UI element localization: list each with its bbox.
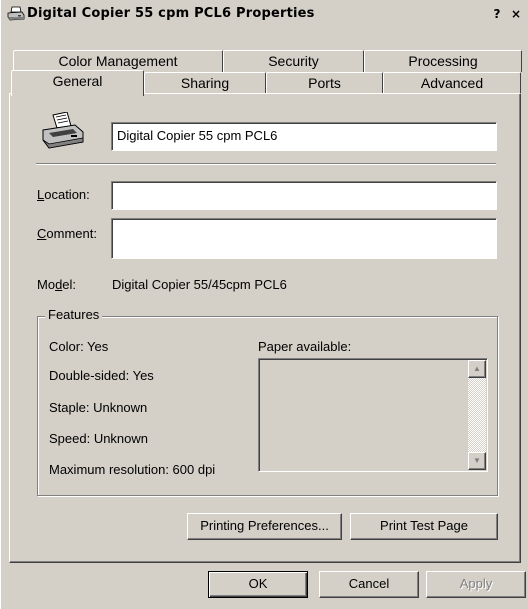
- paper-list-scrollbar[interactable]: ▲ ▼: [468, 360, 486, 470]
- model-value: Digital Copier 55/45cpm PCL6: [112, 277, 287, 292]
- apply-button[interactable]: Apply: [426, 571, 526, 598]
- printing-preferences-label: Printing Preferences...: [200, 518, 329, 533]
- model-label: Model:: [37, 277, 77, 292]
- printer-name-field[interactable]: Digital Copier 55 cpm PCL6: [111, 122, 497, 151]
- close-button[interactable]: ×: [508, 7, 524, 23]
- tab-label: Ports: [308, 75, 341, 91]
- tab-color-management[interactable]: Color Management: [13, 50, 223, 72]
- tab-label: Advanced: [420, 75, 484, 91]
- comment-field[interactable]: [111, 218, 497, 259]
- feature-max-resolution: Maximum resolution: 600 dpi: [49, 462, 216, 477]
- tab-label: Processing: [408, 53, 478, 69]
- features-title: Features: [45, 307, 103, 322]
- feature-speed: Speed: Unknown: [49, 431, 149, 446]
- comment-label: Comment:: [37, 226, 97, 241]
- printer-large-icon: [42, 112, 84, 149]
- cancel-button[interactable]: Cancel: [319, 571, 419, 598]
- printing-preferences-button[interactable]: Printing Preferences...: [187, 513, 342, 540]
- tab-label: Sharing: [180, 75, 230, 91]
- tab-label: General: [52, 73, 103, 89]
- tab-label: Color Management: [58, 53, 178, 69]
- location-field[interactable]: [111, 181, 497, 210]
- scroll-down-arrow-icon[interactable]: ▼: [468, 452, 486, 470]
- tab-sharing[interactable]: Sharing: [144, 72, 266, 94]
- tab-label: Security: [268, 53, 319, 69]
- ok-label: OK: [248, 576, 268, 591]
- title-bar[interactable]: Digital Copier 55 cpm PCL6 Properties ? …: [3, 2, 528, 28]
- feature-color: Color: Yes: [49, 339, 109, 354]
- tab-processing[interactable]: Processing: [364, 50, 522, 72]
- print-test-page-button[interactable]: Print Test Page: [350, 513, 498, 540]
- location-label: Location:: [37, 187, 90, 202]
- scroll-up-arrow-icon[interactable]: ▲: [468, 360, 486, 378]
- help-button[interactable]: ?: [489, 7, 505, 23]
- tab-ports[interactable]: Ports: [266, 72, 383, 94]
- tab-security[interactable]: Security: [223, 50, 364, 72]
- paper-available-list[interactable]: ▲ ▼: [258, 358, 488, 472]
- window-title: Digital Copier 55 cpm PCL6 Properties: [27, 6, 315, 21]
- paper-available-label: Paper available:: [258, 339, 352, 354]
- apply-label: Apply: [459, 576, 493, 591]
- cancel-label: Cancel: [348, 576, 390, 591]
- ok-button[interactable]: OK: [208, 571, 308, 598]
- print-test-page-label: Print Test Page: [380, 518, 468, 533]
- printer-icon: [7, 6, 25, 21]
- tab-advanced[interactable]: Advanced: [383, 72, 521, 94]
- separator-line: [36, 163, 496, 165]
- tab-general[interactable]: General: [11, 70, 144, 96]
- feature-double-sided: Double-sided: Yes: [49, 368, 154, 383]
- properties-dialog: Digital Copier 55 cpm PCL6 Properties ? …: [0, 0, 528, 609]
- feature-staple: Staple: Unknown: [49, 400, 148, 415]
